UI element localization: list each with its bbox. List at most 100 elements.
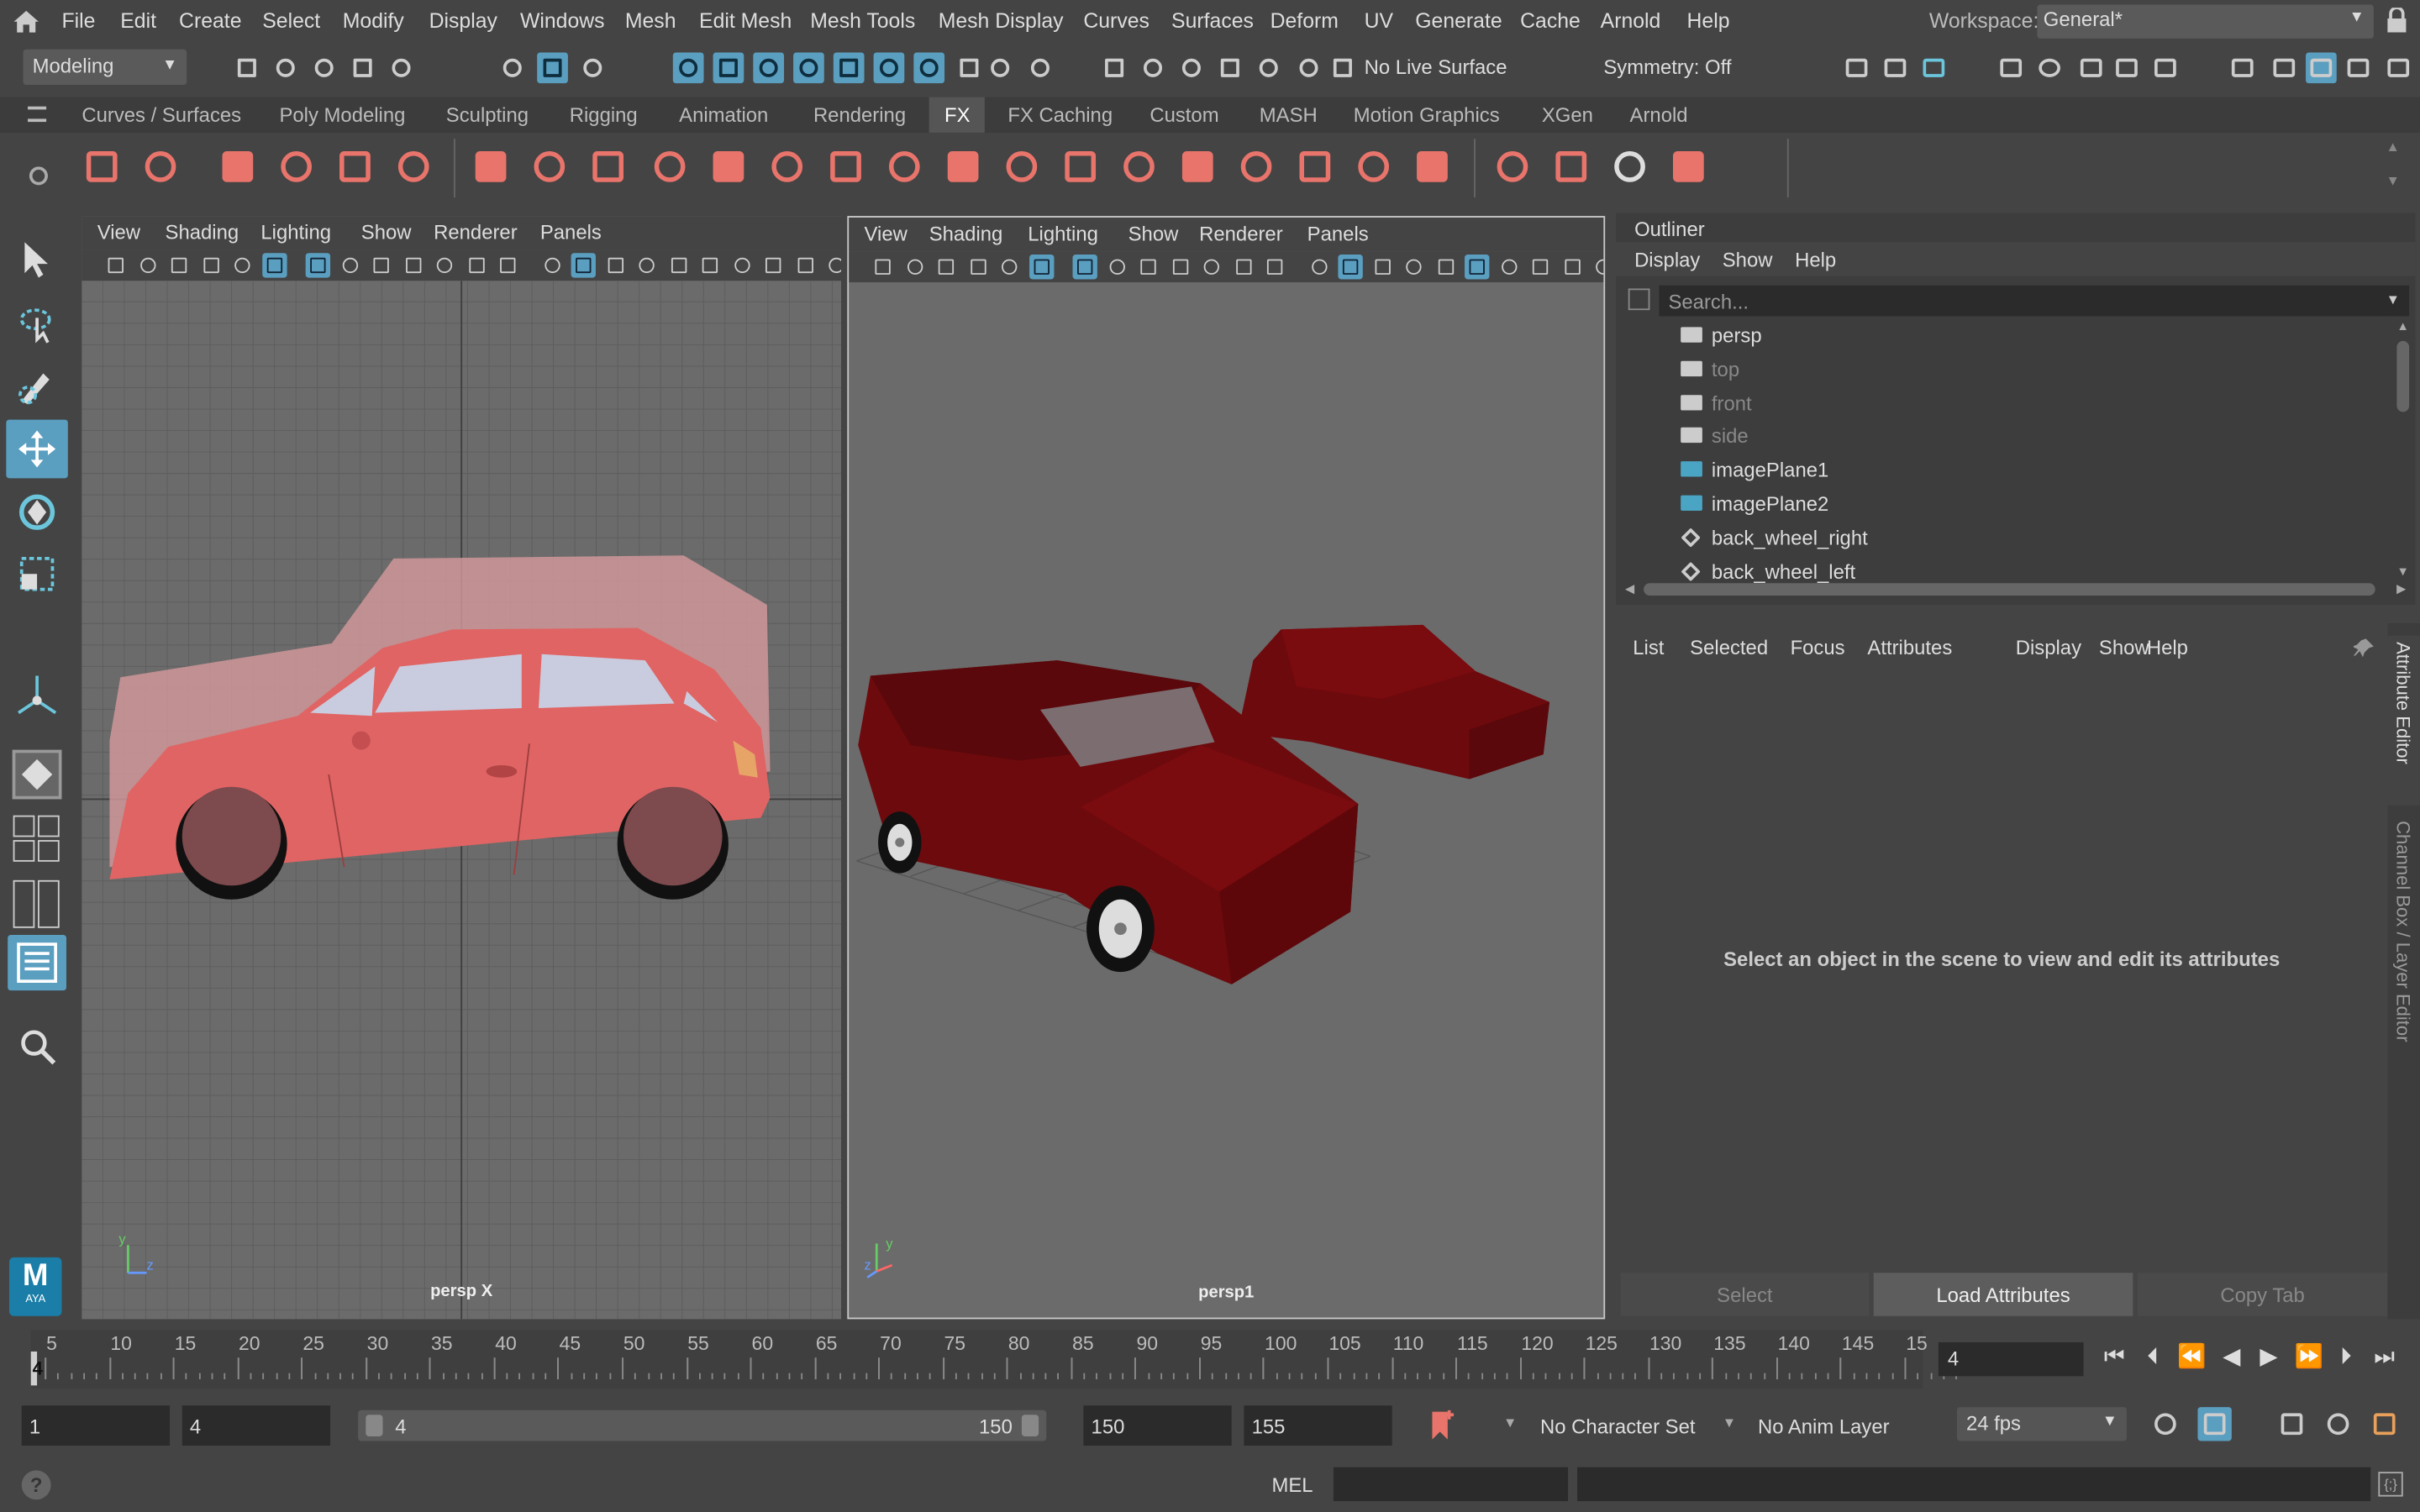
menu-display[interactable]: Display bbox=[429, 9, 497, 33]
menu-set-dropdown[interactable]: Modeling ▼ bbox=[23, 49, 187, 86]
menu-mesh[interactable]: Mesh bbox=[625, 9, 676, 33]
vp-menu-show[interactable]: Show bbox=[1128, 222, 1179, 245]
toggle-attribute-editor-icon[interactable] bbox=[2306, 52, 2337, 84]
playback-end-field[interactable]: 150 bbox=[1083, 1405, 1232, 1446]
soft-select-icon[interactable] bbox=[1176, 52, 1207, 83]
ncloth-create-icon[interactable] bbox=[1407, 140, 1457, 192]
snap-point-icon[interactable] bbox=[753, 52, 785, 84]
move-tool-icon[interactable] bbox=[6, 419, 68, 479]
range-slider-left-handle[interactable] bbox=[366, 1415, 383, 1436]
outliner-item[interactable]: persp bbox=[1616, 319, 2387, 353]
chevron-down-icon[interactable]: ▼ bbox=[1723, 1415, 1736, 1430]
select-camera-icon[interactable] bbox=[1099, 52, 1130, 83]
shelf-tab-fx-caching[interactable]: FX Caching bbox=[1007, 103, 1113, 127]
workspace-dropdown[interactable]: General* ▼ bbox=[2037, 4, 2374, 39]
safe-title-icon[interactable] bbox=[1262, 255, 1286, 279]
light-editor-icon[interactable] bbox=[2112, 52, 2143, 83]
select-tool-icon[interactable] bbox=[18, 239, 55, 280]
xray-joints-icon[interactable] bbox=[697, 253, 722, 277]
cs-icon[interactable] bbox=[1114, 140, 1164, 192]
safe-action-icon[interactable] bbox=[464, 253, 488, 277]
animation-start-field[interactable]: 1 bbox=[21, 1405, 171, 1446]
vp-menu-lighting[interactable]: Lighting bbox=[260, 221, 331, 244]
smooth-shade-icon[interactable] bbox=[1338, 255, 1363, 280]
scale-tool-icon[interactable] bbox=[15, 553, 58, 596]
new-scene-icon[interactable] bbox=[232, 52, 263, 83]
field-chart-icon[interactable] bbox=[432, 253, 456, 277]
gear-icon[interactable] bbox=[29, 166, 48, 186]
auto-key-icon[interactable] bbox=[2197, 1407, 2232, 1441]
ncloth-cache-icon[interactable] bbox=[821, 140, 871, 192]
script-editor-icon[interactable]: {;} bbox=[2378, 1472, 2403, 1497]
outliner-search-input[interactable]: Search... ▼ bbox=[1659, 285, 2410, 317]
screen-space-ao-icon[interactable] bbox=[1560, 255, 1584, 279]
script-language-label[interactable]: MEL bbox=[1271, 1473, 1313, 1497]
undo-icon[interactable] bbox=[347, 52, 378, 83]
outliner-horizontal-scrollbar[interactable]: ◀ ▶ bbox=[1622, 580, 2406, 599]
menu-uv[interactable]: UV bbox=[1365, 9, 1393, 33]
film-gate-icon[interactable] bbox=[337, 253, 361, 277]
nparticle-emitter-icon[interactable] bbox=[77, 140, 127, 192]
live-surface-field[interactable]: No Live Surface bbox=[1355, 50, 1541, 86]
use-default-material-icon[interactable] bbox=[1370, 255, 1394, 279]
shelf-scroll-down-icon[interactable]: ▼ bbox=[2386, 173, 2400, 188]
menu-deform[interactable]: Deform bbox=[1270, 9, 1339, 33]
outliner-menu-show[interactable]: Show bbox=[1723, 249, 1773, 272]
time-slider-track[interactable]: 5 10 15 20 25 30 35 40 45 50 55 60 65 70 75 80 85 90 95 100… bbox=[30, 1330, 1958, 1389]
ae-menu-help[interactable]: Help bbox=[2147, 636, 2188, 659]
outliner-menu-help[interactable]: Help bbox=[1795, 249, 1836, 272]
viewport-left-canvas[interactable]: y z persp X bbox=[82, 281, 842, 1320]
vp-menu-lighting[interactable]: Lighting bbox=[1028, 222, 1098, 245]
time-slider[interactable]: 5 10 15 20 25 30 35 40 45 50 55 60 65 70 75 80 85 90 95 100… bbox=[0, 1326, 2420, 1392]
viewport-splitter[interactable] bbox=[841, 216, 848, 1320]
shelf-scroll-up-icon[interactable]: ▲ bbox=[2386, 139, 2400, 154]
field-chart-icon[interactable] bbox=[1199, 255, 1223, 279]
nrigid-cache-icon[interactable] bbox=[1055, 140, 1105, 192]
chevron-down-icon[interactable]: ▼ bbox=[2386, 291, 2400, 307]
playblast-icon[interactable] bbox=[1664, 140, 1713, 192]
rotate-tool-icon[interactable] bbox=[15, 491, 58, 533]
side-tab-attribute-editor[interactable]: Attribute Editor bbox=[2387, 635, 2420, 806]
camera-attributes-icon[interactable] bbox=[135, 253, 160, 277]
lasso-tool-icon[interactable] bbox=[15, 302, 58, 345]
menu-generate[interactable]: Generate bbox=[1415, 9, 1502, 33]
save-scene-icon[interactable] bbox=[308, 52, 339, 83]
camera-select-icon[interactable] bbox=[871, 255, 895, 279]
toggle-tool-settings-icon[interactable] bbox=[2343, 52, 2374, 83]
vp-menu-view[interactable]: View bbox=[97, 221, 140, 244]
outliner-item[interactable]: imagePlane2 bbox=[1616, 487, 2387, 521]
cr-icon[interactable] bbox=[1232, 140, 1281, 192]
shelf-tab-rendering[interactable]: Rendering bbox=[813, 103, 906, 127]
scroll-up-arrow-icon[interactable]: ▲ bbox=[2396, 319, 2409, 333]
ae-menu-selected[interactable]: Selected bbox=[1690, 636, 1768, 659]
fluid-emitter-icon[interactable] bbox=[330, 140, 380, 192]
menu-modify[interactable]: Modify bbox=[343, 9, 404, 33]
vp-menu-view[interactable]: View bbox=[865, 222, 908, 245]
grid-icon[interactable] bbox=[305, 253, 331, 278]
grease-pencil-icon[interactable] bbox=[1028, 255, 1054, 280]
vp-menu-renderer[interactable]: Renderer bbox=[1199, 222, 1283, 245]
shelf-tab-arnold[interactable]: Arnold bbox=[1630, 103, 1688, 127]
wireframe-on-shaded-icon[interactable] bbox=[1402, 255, 1426, 279]
shadows-icon[interactable] bbox=[760, 253, 785, 277]
pick-walk-icon[interactable] bbox=[1293, 52, 1324, 83]
outliner-layout-icon[interactable] bbox=[8, 935, 66, 991]
step-back-frame-icon[interactable]: ⏴ bbox=[2138, 1342, 2169, 1373]
ae-menu-display[interactable]: Display bbox=[2016, 636, 2081, 659]
use-all-lights-icon[interactable] bbox=[1497, 255, 1521, 279]
outliner-item[interactable]: side bbox=[1616, 420, 2387, 454]
outliner-menu-display[interactable]: Display bbox=[1634, 249, 1700, 272]
resolution-gate-icon[interactable] bbox=[1136, 255, 1160, 279]
shelf-tab-poly-modeling[interactable]: Poly Modeling bbox=[279, 103, 405, 127]
grease-pencil-icon[interactable] bbox=[261, 253, 287, 278]
reset-icon[interactable] bbox=[1328, 52, 1359, 83]
viewport-right[interactable]: View Shading Lighting Show Renderer Pane… bbox=[847, 216, 1606, 1320]
play-forward-icon[interactable]: ▶ bbox=[2254, 1342, 2285, 1373]
outliner-vertical-scrollbar[interactable]: ▲ ▼ bbox=[2393, 319, 2412, 579]
pin-icon[interactable] bbox=[2353, 638, 2375, 659]
loop-icon[interactable] bbox=[2149, 1407, 2182, 1441]
current-frame-field[interactable]: 4 bbox=[1938, 1341, 2084, 1377]
command-input[interactable] bbox=[1333, 1467, 1569, 1502]
pause-render-icon[interactable] bbox=[2150, 52, 2181, 83]
select-by-name-icon[interactable] bbox=[1138, 52, 1169, 83]
